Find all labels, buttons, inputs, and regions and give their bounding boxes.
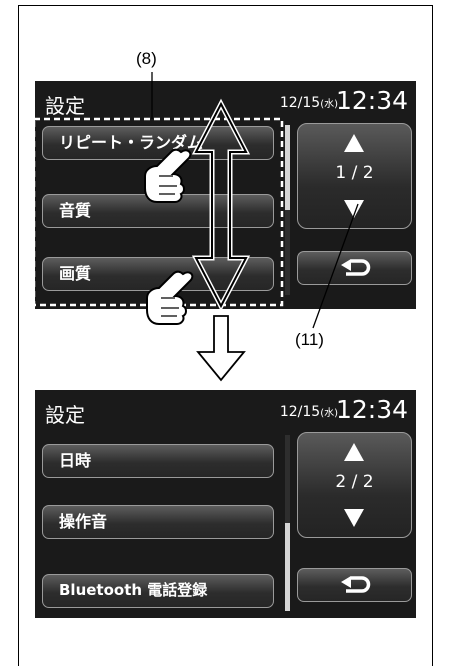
swipe-double-arrow-outline: [191, 98, 251, 312]
transition-down-arrow-icon: [196, 315, 246, 382]
pointing-hand-icon: [144, 148, 192, 203]
pointing-hand-icon: [146, 270, 194, 325]
annotation-overlay: [32, 72, 359, 382]
callout-leader-11: [312, 203, 359, 329]
